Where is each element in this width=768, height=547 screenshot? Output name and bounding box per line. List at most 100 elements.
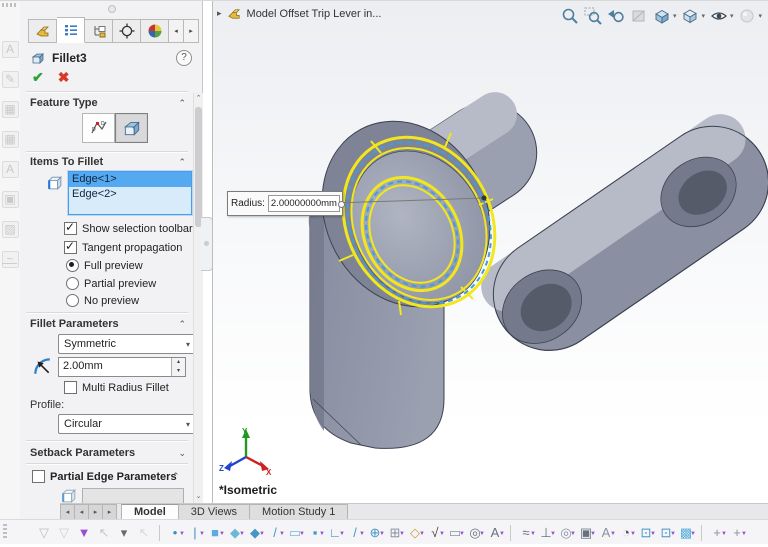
- filter-annotations-icon[interactable]: ◇▼: [405, 523, 425, 543]
- collapse-chevron-icon[interactable]: ⌃: [178, 98, 186, 109]
- edges-selection-listbox[interactable]: Edge<1> Edge<2>: [68, 171, 192, 215]
- filter-magnifier-icon[interactable]: ◎▼: [465, 523, 485, 543]
- annotation-pencil-icon[interactable]: ✎: [2, 71, 19, 88]
- tab-displaymanager[interactable]: [141, 19, 169, 43]
- profile-dropdown[interactable]: Circular ▾: [58, 414, 196, 434]
- annotation-image-icon[interactable]: ▦: [2, 101, 19, 118]
- spin-down-icon[interactable]: ▾: [172, 367, 185, 376]
- filter-sketch-points-icon[interactable]: ▪▼: [305, 523, 325, 543]
- chevron-down-icon[interactable]: ▾: [730, 12, 734, 20]
- filter-preview-icon[interactable]: ▩▼: [676, 523, 696, 543]
- select-arrow-dropdown-icon[interactable]: ▾: [114, 523, 134, 543]
- zoom-to-fit-icon[interactable]: [560, 6, 580, 26]
- edit-appearance-icon[interactable]: [737, 6, 757, 26]
- scroll-down-icon[interactable]: ⌄: [194, 491, 203, 503]
- collapse-chevron-icon[interactable]: ⌃: [178, 319, 186, 330]
- select-arrow-icon[interactable]: ↖: [94, 523, 114, 543]
- display-style-icon[interactable]: [680, 6, 700, 26]
- fillet-type-full-round-button[interactable]: [115, 113, 148, 143]
- tab-dimxpertmanager[interactable]: [113, 19, 141, 43]
- hide-show-items-icon[interactable]: [709, 6, 729, 26]
- symmetry-dropdown[interactable]: Symmetric ▾: [58, 334, 196, 354]
- filter-clear-all-icon[interactable]: ▽: [34, 523, 54, 543]
- show-selection-toolbar-option[interactable]: Show selection toolbar: [64, 222, 193, 235]
- scrollbar-thumb[interactable]: [195, 107, 202, 227]
- filter-pie-icon[interactable]: ◔▼: [616, 523, 636, 543]
- tab-motion-study[interactable]: Motion Study 1: [249, 504, 348, 520]
- edge-list-item[interactable]: Edge<1>: [69, 172, 191, 187]
- filter-explode-step-icon[interactable]: +▼: [707, 523, 727, 543]
- toolbar-drag-handle[interactable]: [3, 524, 7, 540]
- tab-3d-views[interactable]: 3D Views: [178, 504, 249, 520]
- filter-solid-bodies-icon[interactable]: ◆▼: [245, 523, 265, 543]
- model-canvas[interactable]: Y X Z: [213, 1, 768, 503]
- spin-up-icon[interactable]: ▴: [172, 358, 185, 367]
- no-preview-option[interactable]: No preview: [66, 294, 139, 307]
- filter-faces-icon[interactable]: ■▼: [205, 523, 225, 543]
- filter-sketch-segments-icon[interactable]: ∟▼: [325, 523, 345, 543]
- filter-axes-icon[interactable]: /▼: [265, 523, 285, 543]
- tangent-propagation-option[interactable]: Tangent propagation: [64, 241, 182, 254]
- radius-input[interactable]: 2.00mm ▴▾: [58, 357, 186, 377]
- collapse-chevron-icon[interactable]: ⌃: [172, 471, 180, 482]
- tab-model[interactable]: Model: [121, 504, 178, 520]
- chevron-down-icon[interactable]: ▾: [701, 12, 705, 20]
- tab-first-button[interactable]: ◂: [60, 504, 74, 520]
- filter-block-icon[interactable]: ▣▼: [576, 523, 596, 543]
- tab-featuremanager[interactable]: [28, 19, 57, 43]
- tab-next-button[interactable]: ▸: [88, 504, 102, 520]
- radio-icon[interactable]: [66, 294, 79, 307]
- annotation-copy-icon[interactable]: ▣: [2, 191, 19, 208]
- full-preview-option[interactable]: Full preview: [66, 259, 143, 272]
- tab-scroll-right-button[interactable]: ▸: [184, 19, 199, 43]
- radius-callout-value[interactable]: 2.00000000mm: [268, 195, 340, 212]
- chevron-down-icon[interactable]: ▾: [758, 12, 762, 20]
- filter-datum-icon[interactable]: ⊥▼: [536, 523, 556, 543]
- filter-detail-a-icon[interactable]: A▼: [596, 523, 616, 543]
- panel-scrollbar[interactable]: ⌃ ⌄: [193, 93, 203, 503]
- expand-chevron-icon[interactable]: ⌄: [178, 448, 186, 459]
- filter-edges-icon[interactable]: |▼: [185, 523, 205, 543]
- partial-edge-parameters-option[interactable]: Partial Edge Parameters: [32, 470, 177, 483]
- part-name-label[interactable]: Model Offset Trip Lever in...: [247, 8, 382, 20]
- filter-planes-icon[interactable]: ▭▼: [285, 523, 305, 543]
- tab-prev-button[interactable]: ◂: [74, 504, 88, 520]
- filter-midpoints-icon[interactable]: /▼: [345, 523, 365, 543]
- filter-stack-icon[interactable]: ▽: [54, 523, 74, 543]
- filter-vertices-icon[interactable]: •▼: [165, 523, 185, 543]
- filter-origins-icon[interactable]: ⊕▼: [365, 523, 385, 543]
- multi-radius-fillet-option[interactable]: Multi Radius Fillet: [64, 381, 169, 394]
- radius-callout[interactable]: Radius: 2.00000000mm: [227, 191, 343, 216]
- radio-icon[interactable]: [66, 277, 79, 290]
- ok-button[interactable]: ✔: [32, 69, 44, 86]
- partial-preview-option[interactable]: Partial preview: [66, 277, 156, 290]
- checkbox-icon[interactable]: [32, 470, 45, 483]
- flyout-feature-tree[interactable]: ▸ Model Offset Trip Lever in...: [217, 6, 381, 21]
- edge-list-item[interactable]: Edge<2>: [69, 187, 191, 202]
- expand-caret-icon[interactable]: ▸: [217, 8, 222, 19]
- annotation-label-icon[interactable]: A: [2, 161, 19, 178]
- scroll-up-icon[interactable]: ⌃: [194, 93, 203, 105]
- tab-propertymanager[interactable]: [57, 17, 85, 43]
- filter-explode-line-icon[interactable]: +▼: [727, 523, 747, 543]
- chevron-down-icon[interactable]: ▾: [673, 12, 677, 20]
- tab-configurationmanager[interactable]: [85, 19, 113, 43]
- checkbox-icon[interactable]: [64, 381, 77, 394]
- filter-magnify-area-icon[interactable]: ◎▼: [556, 523, 576, 543]
- radius-value[interactable]: 2.00mm: [59, 358, 171, 376]
- radio-selected-icon[interactable]: [66, 259, 79, 272]
- filter-dimensions-icon[interactable]: ⊞▼: [385, 523, 405, 543]
- filter-weld-icon[interactable]: ≈▼: [516, 523, 536, 543]
- collapse-chevron-icon[interactable]: ⌃: [178, 157, 186, 168]
- graphics-area[interactable]: Y X Z ▸ Model Offset Trip Lever in...: [212, 1, 768, 503]
- help-icon[interactable]: ?: [176, 50, 192, 66]
- section-view-icon[interactable]: [629, 6, 649, 26]
- view-orientation-icon[interactable]: [652, 6, 672, 26]
- lasso-select-icon[interactable]: ↖: [134, 523, 154, 543]
- annotation-hatch-icon[interactable]: ▨: [2, 221, 19, 238]
- tab-scroll-left-button[interactable]: ◂: [169, 19, 184, 43]
- checkbox-checked-icon[interactable]: [64, 241, 77, 254]
- filter-equations-icon[interactable]: √▼: [425, 523, 445, 543]
- zoom-to-area-icon[interactable]: [583, 6, 603, 26]
- filter-surface-bodies-icon[interactable]: ◆▼: [225, 523, 245, 543]
